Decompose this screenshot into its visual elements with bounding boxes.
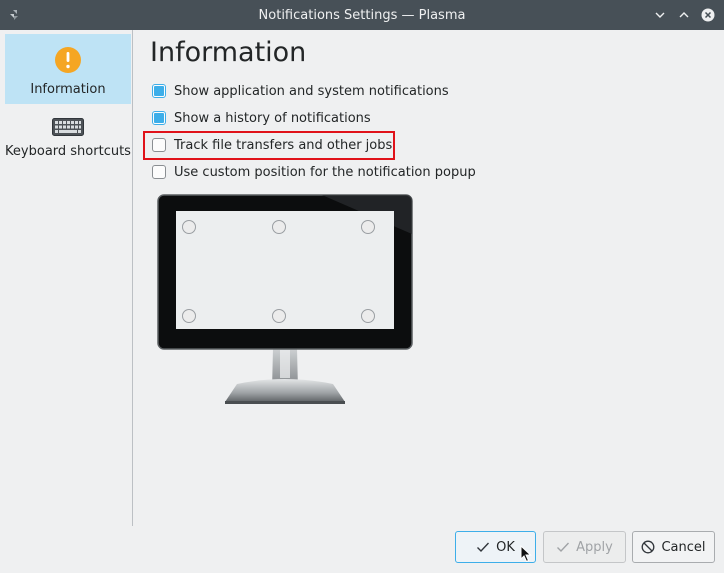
show-notifications-checkbox[interactable]: Show application and system notification… [152,82,449,100]
apply-button[interactable]: Apply [543,531,626,563]
cancel-label: Cancel [661,539,706,555]
information-icon [55,47,81,73]
sidebar-item-information[interactable]: Information [5,34,131,104]
close-button[interactable] [698,5,718,25]
keyboard-icon [52,118,84,136]
title-bar: Notifications Settings — Plasma [0,0,724,30]
maximize-button[interactable] [674,5,694,25]
sidebar-item-label: Keyboard shortcuts [5,144,131,159]
position-top-left-radio[interactable] [182,220,196,234]
ok-label: OK [496,539,515,555]
apply-label: Apply [576,539,613,555]
mouse-cursor-icon [520,545,532,563]
sidebar-item-label: Information [30,82,106,97]
highlight-box [143,131,395,160]
position-top-center-radio[interactable] [272,220,286,234]
position-bottom-center-radio[interactable] [272,309,286,323]
position-top-right-radio[interactable] [361,220,375,234]
app-menu-icon[interactable] [7,7,23,23]
sidebar: Information Keyboard shortcuts [0,30,133,526]
page-title: Information [150,37,307,68]
sidebar-item-keyboard-shortcuts[interactable]: Keyboard shortcuts [5,106,131,176]
option-label: Show application and system notification… [174,83,449,99]
checkbox-checked[interactable] [152,84,166,98]
position-bottom-left-radio[interactable] [182,309,196,323]
popup-position-selector [157,194,413,408]
show-history-checkbox[interactable]: Show a history of notifications [152,109,371,127]
checkmark-icon [556,541,570,553]
custom-position-checkbox[interactable]: Use custom position for the notification… [152,163,476,181]
cancel-icon [641,540,655,554]
cancel-button[interactable]: Cancel [632,531,715,563]
checkbox-checked[interactable] [152,111,166,125]
window-title: Notifications Settings — Plasma [258,7,466,23]
checkbox-unchecked[interactable] [152,165,166,179]
checkmark-icon [476,541,490,553]
minimize-button[interactable] [650,5,670,25]
chevron-down-icon [655,12,665,18]
position-bottom-right-radio[interactable] [361,309,375,323]
option-label: Show a history of notifications [174,110,371,126]
close-icon [701,8,715,22]
chevron-up-icon [679,12,689,18]
option-label: Use custom position for the notification… [174,164,476,180]
